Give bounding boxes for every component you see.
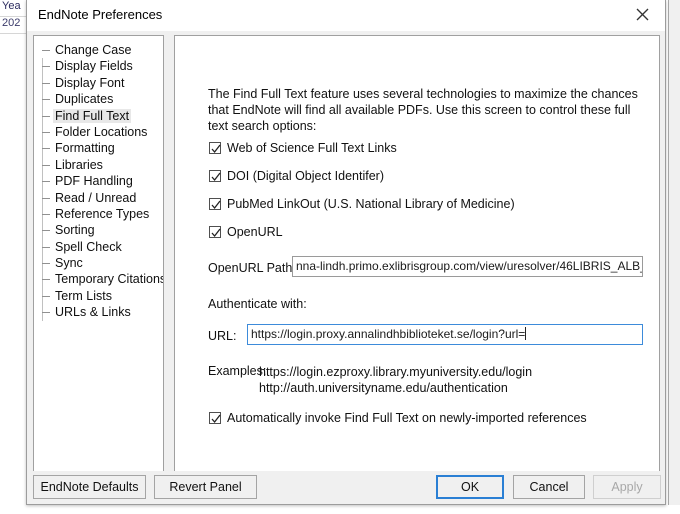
sidebar-item-label: Term Lists [55,288,112,303]
tree-connector-icon [42,246,50,248]
sidebar-item-sync[interactable]: Sync [34,255,163,272]
tree-connector-icon [42,263,50,265]
tree-connector-icon [42,131,50,133]
sidebar-item-label: Formatting [55,141,115,156]
sidebar-item-label: Read / Unread [55,190,137,205]
checkbox-web-of-science[interactable]: Web of Science Full Text Links [209,141,397,155]
tree-connector-icon [42,181,50,183]
sidebar-item-urls-links[interactable]: URLs & Links [34,304,163,321]
sidebar-item-read-unread[interactable]: Read / Unread [34,189,163,206]
sidebar-item-label: Folder Locations [55,124,148,139]
sidebar-item-formatting[interactable]: Formatting [34,140,163,157]
tree-connector-icon [42,66,50,68]
sidebar-item-label: Find Full Text [53,108,132,123]
sidebar-item-label: Libraries [55,157,103,172]
tree-connector-icon [42,164,50,166]
sidebar-item-label: Sync [55,256,83,271]
endnote-preferences-dialog: EndNote Preferences Change Case Display … [26,0,666,505]
sidebar-item-display-font[interactable]: Display Font [34,74,163,92]
checkbox-label: PubMed LinkOut (U.S. National Library of… [227,197,515,211]
sidebar-item-label: URLs & Links [55,305,131,320]
sidebar-item-folder-locations[interactable]: Folder Locations [34,123,163,141]
apply-button: Apply [593,475,661,499]
sidebar-item-label: Spell Check [55,239,122,254]
checkbox-checked-icon [209,142,221,154]
sidebar-item-reference-types[interactable]: Reference Types [34,205,163,223]
tree-connector-icon [42,82,50,84]
openurl-path-input[interactable]: nna-lindh.primo.exlibrisgroup.com/view/u… [292,256,643,277]
sidebar-item-label: Display Fields [55,59,133,74]
ok-button[interactable]: OK [436,475,504,499]
example-url-1: https://login.ezproxy.library.myuniversi… [259,365,533,379]
checkbox-checked-icon [209,412,221,424]
checkbox-label: Web of Science Full Text Links [227,141,397,155]
background-right-edge [668,0,680,514]
tree-connector-icon [42,115,50,117]
sidebar-item-label: Temporary Citations [55,272,164,287]
examples-label: Examples: [208,364,267,378]
tree-connector-icon [42,50,50,51]
authenticate-with-label: Authenticate with: [208,297,307,311]
preferences-sidebar[interactable]: Change Case Display Fields Display Font … [33,35,164,472]
checkbox-label: DOI (Digital Object Identifer) [227,169,384,183]
checkbox-pubmed-linkout[interactable]: PubMed LinkOut (U.S. National Library of… [209,197,515,211]
tree-connector-icon [42,99,50,101]
checkbox-checked-icon [209,170,221,182]
sidebar-item-label: Reference Types [55,206,150,221]
url-input[interactable]: https://login.proxy.annalindhbiblioteket… [247,324,643,345]
openurl-path-label: OpenURL Path: [208,261,296,275]
sidebar-item-label: Sorting [55,223,95,238]
endnote-defaults-button[interactable]: EndNote Defaults [33,475,146,499]
example-url-2: http://auth.universityname.edu/authentic… [259,381,508,395]
tree-connector-icon [42,230,50,232]
text-caret [525,327,527,340]
checkbox-label: OpenURL [227,225,283,239]
sidebar-item-label: Display Font [55,75,125,90]
sidebar-item-label: Change Case [55,43,132,57]
cancel-button[interactable]: Cancel [513,475,585,499]
tree-connector-icon [42,312,50,314]
sidebar-item-label: PDF Handling [55,174,133,189]
sidebar-item-term-lists[interactable]: Term Lists [34,287,163,305]
sidebar-item-duplicates[interactable]: Duplicates [34,91,163,108]
close-icon[interactable] [619,0,665,29]
checkbox-checked-icon [209,226,221,238]
sidebar-item-libraries[interactable]: Libraries [34,156,163,174]
sidebar-item-change-case[interactable]: Change Case [34,42,163,58]
panel-description: The Find Full Text feature uses several … [208,87,638,133]
sidebar-item-temporary-citations[interactable]: Temporary Citations [34,271,164,288]
dialog-title: EndNote Preferences [38,7,163,22]
sidebar-item-find-full-text[interactable]: Find Full Text [34,107,163,124]
url-input-value: https://login.proxy.annalindhbiblioteket… [251,327,526,341]
revert-panel-button[interactable]: Revert Panel [154,475,257,499]
background-bottom-edge [0,505,680,514]
sidebar-item-pdf-handling[interactable]: PDF Handling [34,173,163,190]
tree-connector-icon [42,295,50,297]
checkbox-doi[interactable]: DOI (Digital Object Identifer) [209,169,384,183]
dialog-footer: EndNote Defaults Revert Panel OK Cancel … [27,471,665,504]
dialog-titlebar: EndNote Preferences [27,0,665,31]
checkbox-checked-icon [209,198,221,210]
sidebar-item-sorting[interactable]: Sorting [34,222,163,239]
sidebar-item-label: Duplicates [55,92,114,107]
checkbox-openurl[interactable]: OpenURL [209,225,283,239]
examples-list: https://login.ezproxy.library.myuniversi… [259,364,532,396]
url-label: URL: [208,329,237,343]
find-full-text-panel: The Find Full Text feature uses several … [174,35,660,472]
tree-connector-icon [42,279,50,281]
sidebar-item-spell-check[interactable]: Spell Check [34,238,163,256]
checkbox-label: Automatically invoke Find Full Text on n… [227,411,587,425]
sidebar-item-display-fields[interactable]: Display Fields [34,58,163,75]
tree-connector-icon [42,213,50,215]
dialog-body: Change Case Display Fields Display Font … [27,31,665,472]
tree-connector-icon [42,197,50,199]
tree-connector-icon [42,148,50,150]
checkbox-auto-invoke-find-full-text[interactable]: Automatically invoke Find Full Text on n… [209,411,587,425]
